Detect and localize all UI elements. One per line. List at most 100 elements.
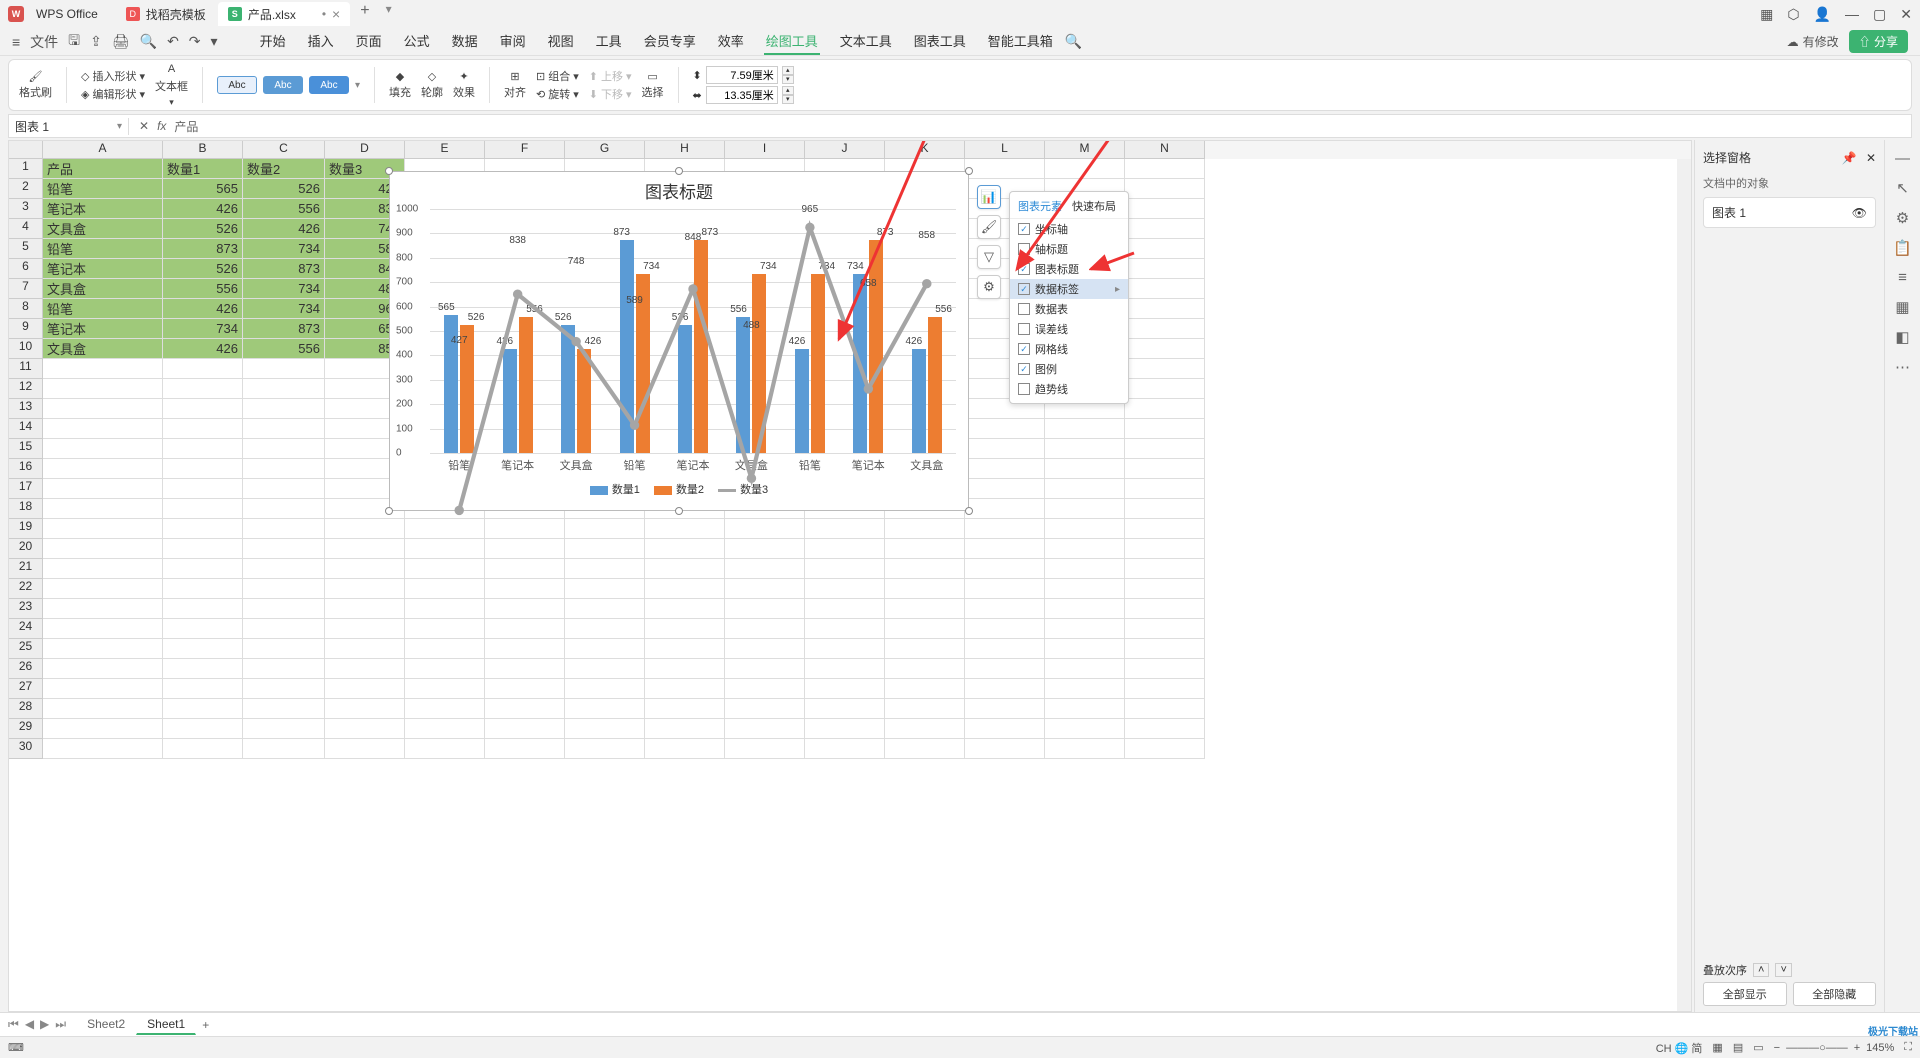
- cell[interactable]: [1045, 699, 1125, 719]
- cell[interactable]: [1125, 299, 1205, 319]
- cell[interactable]: [725, 659, 805, 679]
- cell[interactable]: [1125, 359, 1205, 379]
- dropdown-icon[interactable]: ▾: [211, 33, 218, 50]
- row-header[interactable]: 4: [9, 219, 43, 239]
- cell[interactable]: 笔记本: [43, 199, 163, 219]
- cell[interactable]: [805, 539, 885, 559]
- submenu-arrow-icon[interactable]: ▸: [1115, 284, 1120, 295]
- cell[interactable]: [725, 539, 805, 559]
- width-input[interactable]: ⬌▴▾: [693, 86, 794, 104]
- cell[interactable]: 873: [243, 319, 325, 339]
- column-header[interactable]: M: [1045, 141, 1125, 159]
- menu-icon[interactable]: ≡: [12, 34, 20, 50]
- cell[interactable]: [243, 359, 325, 379]
- column-header[interactable]: A: [43, 141, 163, 159]
- row-header[interactable]: 23: [9, 599, 43, 619]
- cell[interactable]: [645, 519, 725, 539]
- cell[interactable]: [965, 679, 1045, 699]
- fill-button[interactable]: ◆填充: [389, 70, 411, 100]
- cell[interactable]: 文具盒: [43, 219, 163, 239]
- chart-style-button[interactable]: 🖌: [977, 215, 1001, 239]
- cell[interactable]: [163, 419, 243, 439]
- cell[interactable]: [163, 659, 243, 679]
- cell[interactable]: [243, 559, 325, 579]
- cell[interactable]: [405, 639, 485, 659]
- cell[interactable]: [725, 739, 805, 759]
- cell[interactable]: 873: [243, 259, 325, 279]
- cell[interactable]: [645, 719, 725, 739]
- cell[interactable]: [565, 579, 645, 599]
- cell[interactable]: [885, 639, 965, 659]
- cell[interactable]: [243, 739, 325, 759]
- cell[interactable]: 565: [163, 179, 243, 199]
- cell[interactable]: [243, 379, 325, 399]
- namebox-dropdown-icon[interactable]: ▾: [117, 121, 122, 132]
- cell[interactable]: [965, 639, 1045, 659]
- embedded-chart[interactable]: 图表标题 01002003004005006007008009001000565…: [389, 171, 969, 511]
- vertical-scrollbar[interactable]: [1677, 159, 1691, 1011]
- cell[interactable]: [43, 359, 163, 379]
- cell[interactable]: [243, 399, 325, 419]
- cell[interactable]: [243, 639, 325, 659]
- properties-pane-icon[interactable]: ◧: [1895, 328, 1909, 346]
- cell[interactable]: [405, 539, 485, 559]
- cell[interactable]: [325, 739, 405, 759]
- group-button[interactable]: ⊡组合▾: [536, 68, 579, 84]
- cell[interactable]: [1125, 319, 1205, 339]
- cell[interactable]: [1045, 419, 1125, 439]
- row-header[interactable]: 21: [9, 559, 43, 579]
- cell[interactable]: [325, 679, 405, 699]
- cell[interactable]: [485, 659, 565, 679]
- cell[interactable]: [885, 719, 965, 739]
- cell[interactable]: [885, 739, 965, 759]
- cell[interactable]: 734: [243, 279, 325, 299]
- cell[interactable]: [885, 539, 965, 559]
- sheet-tab[interactable]: Sheet1: [136, 1014, 196, 1035]
- cell[interactable]: [243, 479, 325, 499]
- row-header[interactable]: 8: [9, 299, 43, 319]
- cell[interactable]: [405, 619, 485, 639]
- ribbon-tab[interactable]: 效率: [716, 28, 746, 55]
- cell[interactable]: [485, 519, 565, 539]
- cell[interactable]: [725, 679, 805, 699]
- style-pane-icon[interactable]: ⚙: [1896, 209, 1909, 227]
- checkbox-icon[interactable]: [1018, 363, 1030, 375]
- cell[interactable]: [965, 479, 1045, 499]
- row-header[interactable]: 10: [9, 339, 43, 359]
- cell[interactable]: [163, 599, 243, 619]
- name-box[interactable]: 图表 1 ▾: [9, 118, 129, 135]
- resize-handle[interactable]: [675, 167, 683, 175]
- cell[interactable]: [805, 519, 885, 539]
- cell[interactable]: [43, 519, 163, 539]
- column-header[interactable]: E: [405, 141, 485, 159]
- redo-icon[interactable]: ↷: [189, 33, 201, 50]
- cell[interactable]: [43, 459, 163, 479]
- zoom-control[interactable]: − ———○—— + 145%: [1774, 1042, 1895, 1054]
- cell[interactable]: [965, 439, 1045, 459]
- chart-element-option[interactable]: 数据表: [1010, 299, 1128, 319]
- pin-icon[interactable]: 📌: [1842, 151, 1857, 165]
- select-tool-icon[interactable]: ↖: [1896, 179, 1909, 197]
- cell[interactable]: [645, 699, 725, 719]
- cell[interactable]: [163, 439, 243, 459]
- popup-tab-elements[interactable]: 图表元素: [1018, 198, 1062, 214]
- cell[interactable]: [565, 699, 645, 719]
- cell[interactable]: [243, 539, 325, 559]
- tab-close-icon[interactable]: ×: [332, 6, 340, 22]
- cell[interactable]: [1045, 499, 1125, 519]
- chart-element-option[interactable]: 坐标轴: [1010, 219, 1128, 239]
- cell[interactable]: [1125, 559, 1205, 579]
- cell[interactable]: [965, 499, 1045, 519]
- cell[interactable]: [1125, 699, 1205, 719]
- cell[interactable]: [43, 719, 163, 739]
- clipboard-pane-icon[interactable]: 📋: [1893, 239, 1912, 257]
- cell[interactable]: [405, 559, 485, 579]
- cell[interactable]: [725, 519, 805, 539]
- chart-title[interactable]: 图表标题: [390, 172, 968, 209]
- cell[interactable]: [885, 679, 965, 699]
- cell[interactable]: [43, 479, 163, 499]
- cell[interactable]: 铅笔: [43, 299, 163, 319]
- cell[interactable]: [163, 639, 243, 659]
- cell[interactable]: [163, 499, 243, 519]
- ribbon-tab[interactable]: 会员专享: [642, 28, 698, 55]
